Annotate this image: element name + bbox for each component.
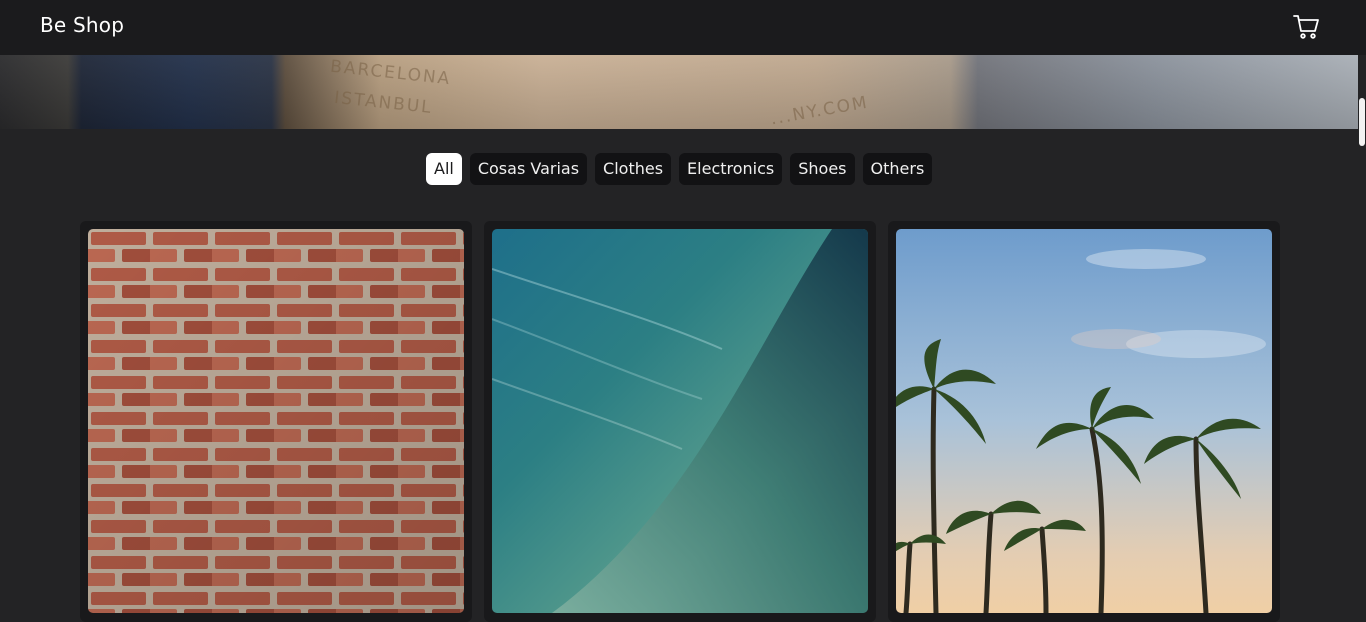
product-card[interactable] [80,221,472,622]
product-card[interactable] [888,221,1280,622]
brand-logo[interactable]: Be Shop [40,13,124,37]
ocean-wave-photo[interactable] [492,229,868,613]
filter-all[interactable]: All [426,153,462,185]
filter-clothes[interactable]: Clothes [595,153,672,185]
product-grid [80,221,1280,622]
filter-shoes[interactable]: Shoes [790,153,855,185]
top-navbar: Be Shop [0,0,1366,55]
scrollbar-thumb[interactable] [1359,98,1365,146]
product-card[interactable] [484,221,876,622]
brick-wall-photo[interactable] [88,229,464,613]
filter-cosas-varias[interactable]: Cosas Varias [469,153,588,185]
hero-shade [0,55,1358,129]
hero-banner: BARCELONA ISTANBUL ...NY.COM [0,55,1358,129]
shopping-cart-icon[interactable] [1292,13,1320,41]
filter-electronics[interactable]: Electronics [679,153,783,185]
category-filter-bar: All Cosas Varias Clothes Electronics Sho… [426,153,933,185]
palm-trees-photo[interactable] [896,229,1272,613]
filter-others[interactable]: Others [862,153,933,185]
